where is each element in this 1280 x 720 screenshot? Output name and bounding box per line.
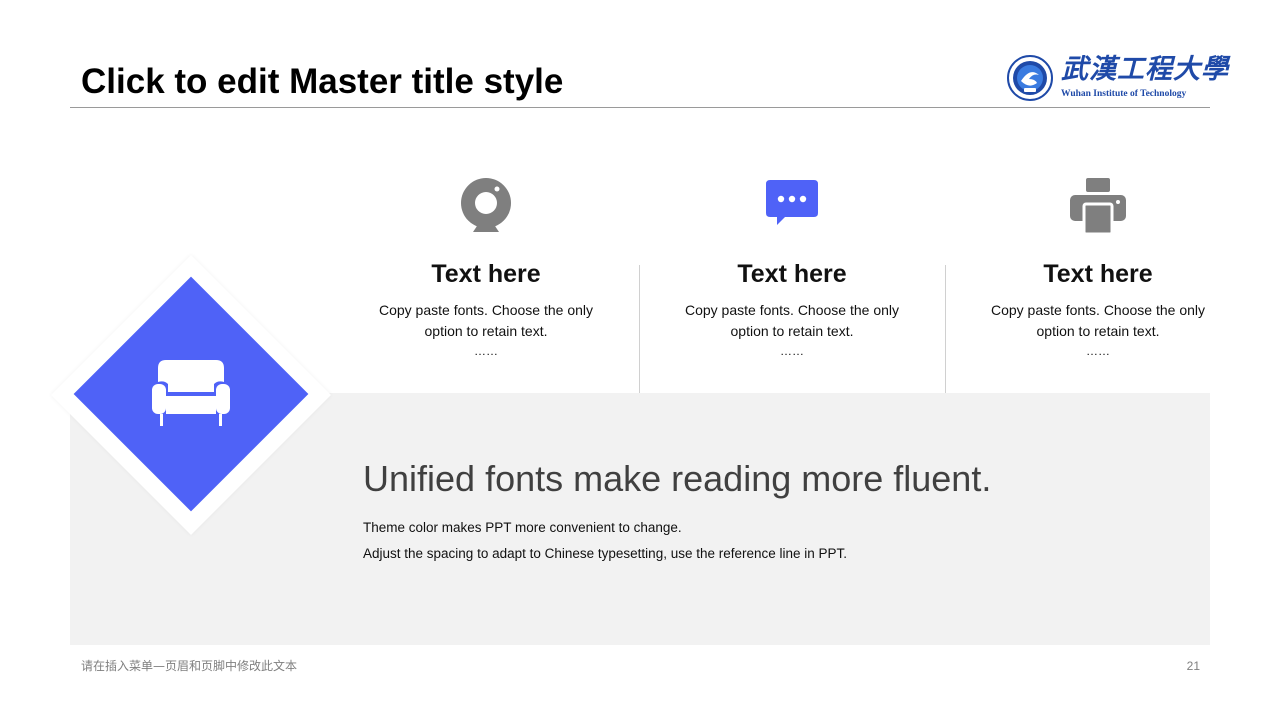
university-logo: 武漢工程大學 Wuhan Institute of Technology (1007, 54, 1228, 102)
webcam-icon (461, 178, 511, 232)
university-seal-icon (1007, 55, 1053, 101)
sofa-icon (152, 360, 230, 426)
panel-text-line-1[interactable]: Theme color makes PPT more convenient to… (363, 519, 682, 537)
column-title[interactable]: Text here (973, 259, 1223, 289)
page-number: 21 (1186, 659, 1200, 673)
column-body[interactable]: Copy paste fonts. Choose the only option… (667, 300, 917, 342)
column-body[interactable]: Copy paste fonts. Choose the only option… (361, 300, 611, 342)
column-body[interactable]: Copy paste fonts. Choose the only option… (973, 300, 1223, 342)
chat-bubble-icon (766, 180, 818, 225)
column-divider (639, 265, 640, 393)
column-divider (945, 265, 946, 393)
footer-text: 请在插入菜单—页眉和页脚中修改此文本 (81, 659, 298, 673)
panel-headline[interactable]: Unified fonts make reading more fluent. (363, 457, 991, 501)
column-ellipsis: …… (474, 344, 498, 358)
slide: Click to edit Master title style 武漢工程大學 … (0, 0, 1280, 720)
university-name-en: Wuhan Institute of Technology (1061, 89, 1187, 99)
column-ellipsis: …… (780, 344, 804, 358)
column-title[interactable]: Text here (667, 259, 917, 289)
slide-title[interactable]: Click to edit Master title style (81, 60, 563, 104)
title-underline (70, 107, 1210, 108)
column-ellipsis: …… (1086, 344, 1110, 358)
panel-text-line-2[interactable]: Adjust the spacing to adapt to Chinese t… (363, 545, 847, 563)
column-title[interactable]: Text here (361, 259, 611, 289)
printer-icon (1070, 178, 1126, 234)
university-name-cn: 武漢工程大學 (1061, 54, 1229, 85)
